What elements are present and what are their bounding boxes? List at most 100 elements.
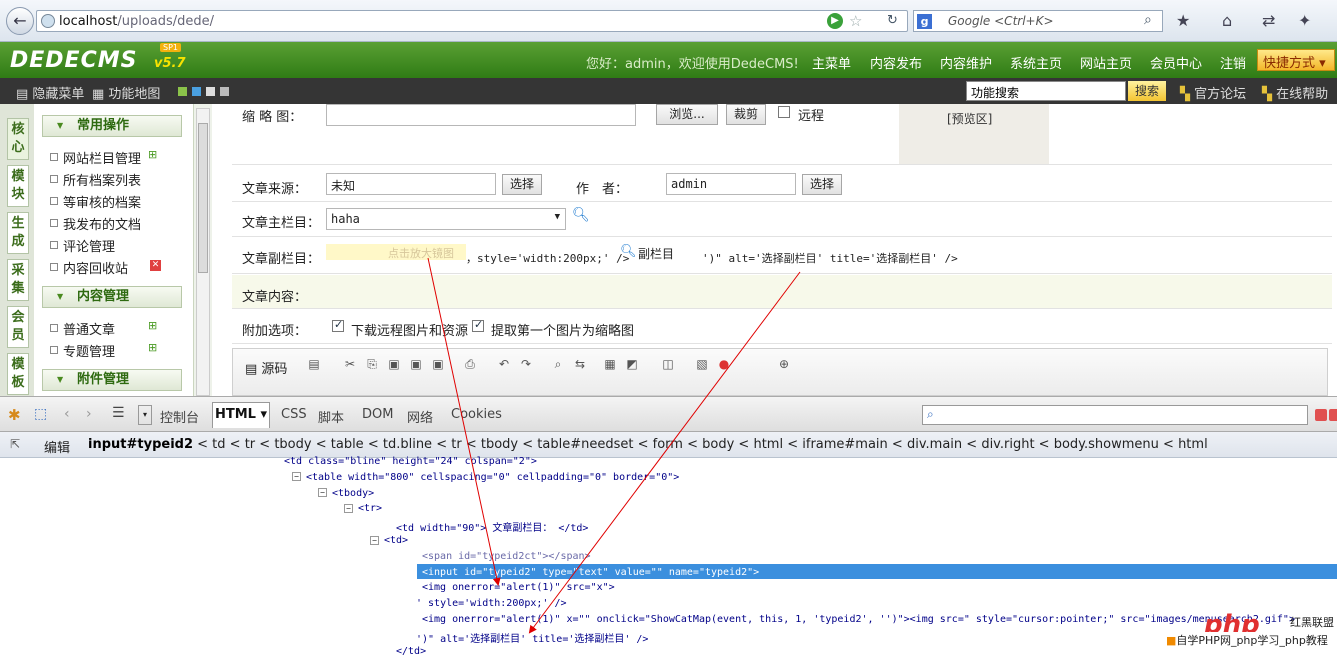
- tab-net[interactable]: 网络: [407, 407, 433, 426]
- find-icon[interactable]: ⌕: [549, 355, 567, 373]
- home-icon[interactable]: ⌂: [1222, 11, 1232, 30]
- scrollbar-thumb[interactable]: [198, 123, 208, 273]
- magnifier-icon[interactable]: 🔍︎: [620, 244, 637, 259]
- official-forum-link[interactable]: ▚ 官方论坛: [1180, 83, 1246, 102]
- skin-light-icon[interactable]: [220, 87, 229, 96]
- sidebar-tab-generate[interactable]: 生成: [7, 212, 29, 254]
- breadcrumb-item[interactable]: tr: [451, 437, 461, 452]
- breadcrumb-item[interactable]: tbody: [274, 437, 311, 452]
- function-search-button[interactable]: 搜索: [1128, 81, 1166, 101]
- maximize-icon[interactable]: ⊕: [775, 355, 793, 373]
- cut-icon[interactable]: ✂: [341, 355, 359, 373]
- breadcrumb-item[interactable]: div.right: [981, 437, 1034, 452]
- skin-blue-icon[interactable]: [192, 87, 201, 96]
- remote-checkbox[interactable]: [778, 106, 790, 118]
- clear-icon[interactable]: ✕: [150, 260, 161, 271]
- minimize-icon[interactable]: [1315, 409, 1327, 421]
- breadcrumb-item[interactable]: body: [702, 437, 734, 452]
- browse-button[interactable]: 浏览...: [656, 104, 718, 125]
- search-box[interactable]: g Google <Ctrl+K> ⌕: [913, 10, 1163, 32]
- breadcrumb-item[interactable]: table: [331, 437, 364, 452]
- undo-icon[interactable]: ↶: [495, 355, 513, 373]
- sidebar-tab-member[interactable]: 会员: [7, 306, 29, 348]
- nav-member-center[interactable]: 会员中心: [1150, 53, 1202, 72]
- skin-green-icon[interactable]: [178, 87, 187, 96]
- hide-menu-button[interactable]: ▤ 隐藏菜单: [16, 83, 84, 102]
- magnifier-icon[interactable]: 🔍︎: [572, 207, 590, 223]
- nav-site-home[interactable]: 网站主页: [1080, 53, 1132, 72]
- menu-item-normal-article[interactable]: 普通文章: [50, 319, 115, 338]
- author-select-button[interactable]: 选择: [802, 174, 842, 195]
- forward-arrow-icon[interactable]: ›: [86, 406, 92, 422]
- tree-node[interactable]: </td>: [396, 646, 426, 657]
- sync-icon[interactable]: ⇄: [1262, 11, 1275, 30]
- menu-group-attachments[interactable]: 附件管理: [42, 369, 182, 391]
- breadcrumb-item[interactable]: tbody: [481, 437, 518, 452]
- menu-item-my-documents[interactable]: 我发布的文档: [50, 214, 141, 233]
- magnifier-icon[interactable]: ⌕: [1144, 12, 1152, 28]
- breadcrumb-item[interactable]: tr: [245, 437, 255, 452]
- tab-cookies[interactable]: Cookies: [451, 407, 502, 422]
- tree-node[interactable]: ' style='width:200px;' />: [416, 598, 567, 609]
- collapse-twisty-icon[interactable]: −: [318, 488, 327, 498]
- tree-node[interactable]: <td class="bline" height="24" colspan="2…: [284, 456, 537, 467]
- sidebar-tab-template[interactable]: 模板: [7, 353, 29, 395]
- tab-html[interactable]: HTML ▾: [212, 402, 270, 428]
- back-button[interactable]: ←: [6, 7, 34, 35]
- menu-item-topics[interactable]: 专题管理: [50, 341, 115, 360]
- print-icon[interactable]: ⎙: [461, 355, 479, 373]
- add-icon[interactable]: ⊞: [148, 341, 157, 354]
- firebug-icon[interactable]: ✱: [8, 406, 21, 424]
- crop-button[interactable]: 裁剪: [726, 104, 766, 125]
- menu-item-all-archives[interactable]: 所有档案列表: [50, 170, 141, 189]
- source-select-button[interactable]: 选择: [502, 174, 542, 195]
- image-icon[interactable]: ▧: [693, 355, 711, 373]
- menu-group-content[interactable]: 内容管理: [42, 286, 182, 308]
- bookmarks-icon[interactable]: ★: [1176, 11, 1190, 30]
- online-help-link[interactable]: ▚ 在线帮助: [1262, 83, 1328, 102]
- breadcrumb-item[interactable]: html: [753, 437, 783, 452]
- sidebar-tab-collect[interactable]: 采集: [7, 259, 29, 301]
- close-icon[interactable]: [1329, 409, 1337, 421]
- bookmark-star-icon[interactable]: ☆: [849, 12, 862, 30]
- dropdown-icon[interactable]: ▾: [138, 405, 152, 425]
- sidebar-tab-core[interactable]: 核心: [7, 118, 29, 160]
- site-map-button[interactable]: ▦ 功能地图: [92, 83, 160, 102]
- selected-tree-node[interactable]: <input id="typeid2" type="text" value=""…: [422, 567, 759, 578]
- sidebar-tab-module[interactable]: 模块: [7, 165, 29, 207]
- source-input[interactable]: 未知: [326, 173, 496, 195]
- menu-item-pending-archives[interactable]: 等审核的档案: [50, 192, 141, 211]
- function-search-input[interactable]: 功能搜索: [966, 81, 1126, 101]
- back-arrow-icon[interactable]: ‹: [64, 406, 70, 422]
- breadcrumb-item[interactable]: form: [653, 437, 683, 452]
- breadcrumb-item[interactable]: table#needset: [537, 437, 633, 452]
- google-icon[interactable]: g: [917, 14, 932, 29]
- paste-icon[interactable]: ▣: [385, 355, 403, 373]
- breadcrumb-item[interactable]: td.bline: [383, 437, 432, 452]
- add-icon[interactable]: ⊞: [148, 319, 157, 332]
- select-all-icon[interactable]: ▦: [601, 355, 619, 373]
- collapse-icon[interactable]: ⇱: [10, 437, 20, 451]
- tree-node[interactable]: ')" alt='选择副栏目' title='选择副栏目' />: [416, 630, 648, 645]
- tree-node[interactable]: − <td>: [370, 535, 408, 546]
- tab-script[interactable]: 脚本: [318, 407, 344, 426]
- source-code-button[interactable]: ▤ 源码: [245, 358, 287, 377]
- menu-item-column-manage[interactable]: 网站栏目管理: [50, 148, 141, 167]
- paste-word-icon[interactable]: ▣: [429, 355, 447, 373]
- flash-icon[interactable]: ●: [715, 355, 733, 373]
- add-icon[interactable]: ⊞: [148, 148, 157, 161]
- thumb-input[interactable]: [326, 104, 636, 126]
- extract-thumb-checkbox[interactable]: [472, 318, 484, 332]
- menu-item-comments[interactable]: 评论管理: [50, 236, 115, 255]
- tree-node[interactable]: − <tr>: [344, 503, 382, 514]
- tree-node[interactable]: − <table width="800" cellspacing="0" cell…: [292, 472, 679, 483]
- nav-maintain[interactable]: 内容维护: [940, 53, 992, 72]
- menu-group-common[interactable]: 常用操作: [42, 115, 182, 137]
- firebug-search-input[interactable]: ⌕: [922, 405, 1308, 425]
- breadcrumb-item[interactable]: body.showmenu: [1054, 437, 1159, 452]
- reload-icon[interactable]: ↻: [887, 13, 898, 28]
- breadcrumb-item[interactable]: iframe#main: [802, 437, 888, 452]
- nav-publish[interactable]: 内容发布: [870, 53, 922, 72]
- tab-console[interactable]: 控制台: [160, 407, 199, 426]
- sidebar-scrollbar[interactable]: [196, 108, 210, 396]
